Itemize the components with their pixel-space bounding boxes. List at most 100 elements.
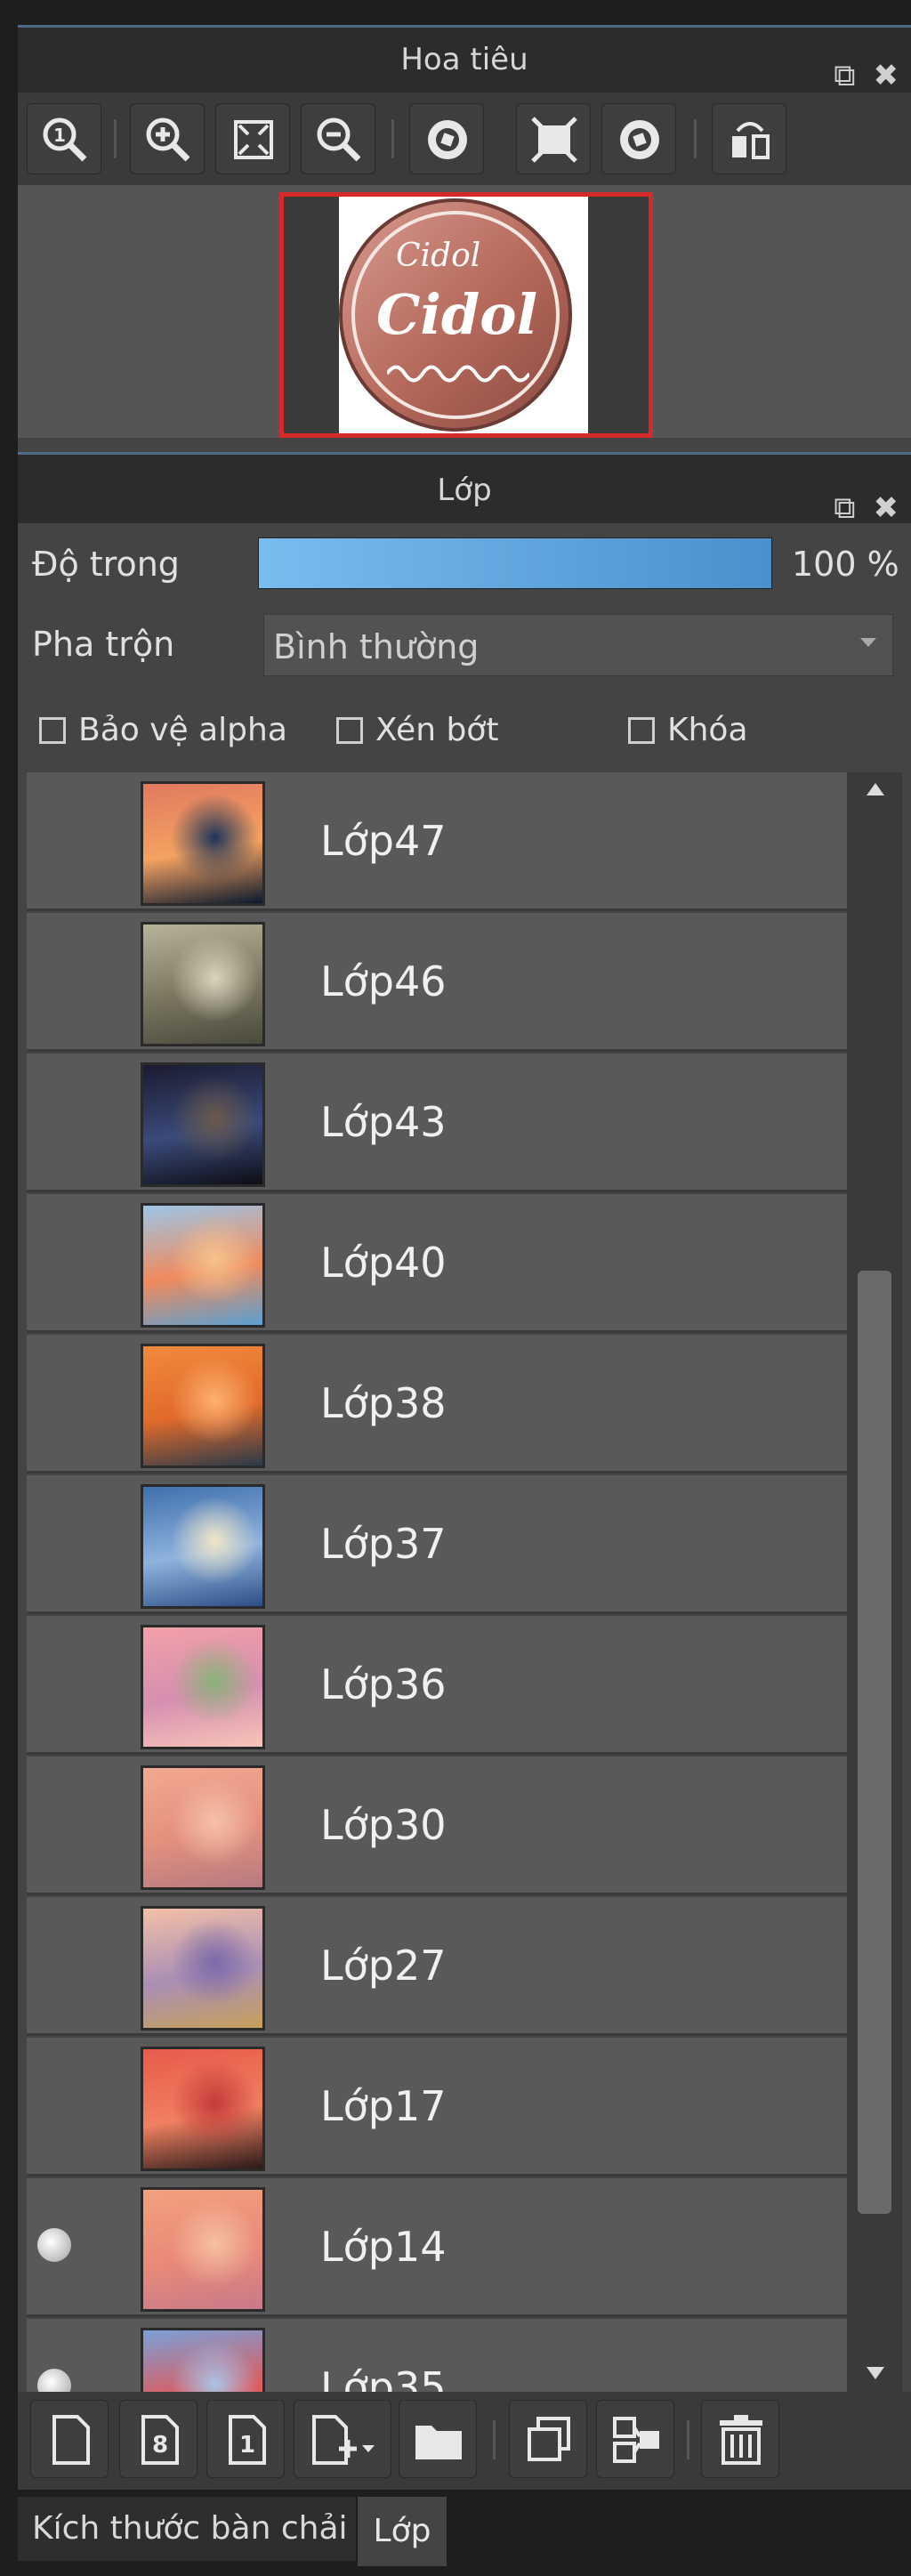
layer-name: Lớp14	[320, 2223, 447, 2271]
flip-button[interactable]	[712, 103, 786, 174]
layer-row[interactable]: Lớp17	[27, 2038, 847, 2176]
rotate-left-button[interactable]	[409, 103, 484, 174]
undock-icon[interactable]: ⧉	[834, 490, 855, 526]
scroll-down-arrow-icon[interactable]	[867, 2367, 884, 2379]
svg-text:8: 8	[152, 2432, 168, 2459]
layer-name: Lớp47	[320, 817, 447, 865]
protect-alpha-checkbox[interactable]: Bảo vệ alpha	[39, 712, 287, 748]
layer-name: Lớp38	[320, 1379, 447, 1427]
visibility-toggle-icon[interactable]	[37, 2369, 71, 2392]
opacity-slider[interactable]	[258, 537, 772, 589]
folder-icon	[415, 2426, 462, 2459]
layer-thumbnail	[141, 2187, 265, 2312]
navigator-view-frame[interactable]: Cidol Cidol	[279, 192, 653, 438]
layer-thumbnail	[141, 2328, 265, 2392]
layer-thumbnail	[141, 1906, 265, 2031]
add-layer-dropdown-icon	[312, 2415, 375, 2465]
layer-name: Lớp30	[320, 1801, 447, 1849]
merge-layer-icon	[613, 2417, 659, 2463]
layer-name: Lớp46	[320, 957, 447, 1005]
layer-row[interactable]: Lớp40	[27, 1194, 847, 1333]
trash-icon	[720, 2415, 762, 2465]
layer-thumbnail	[141, 2047, 265, 2171]
zoom-out-icon	[317, 117, 361, 162]
layer-thumbnail	[141, 1765, 265, 1890]
duplicate-layer-icon	[528, 2417, 570, 2461]
layer-thumbnail	[141, 1625, 265, 1749]
logo-text-large: Cidol	[376, 282, 538, 347]
layer-row[interactable]: Lớp46	[27, 913, 847, 1052]
fit-canvas-icon	[531, 117, 577, 163]
merge-layer-button[interactable]	[596, 2400, 674, 2478]
fit-screen-button[interactable]	[215, 103, 290, 174]
tab-layers-label: Lớp	[373, 2513, 431, 2549]
checkbox-box	[39, 717, 66, 744]
navigator-toolbar: 1	[18, 93, 911, 185]
delete-layer-button[interactable]	[701, 2400, 779, 2478]
layer-thumbnail	[141, 1203, 265, 1328]
zoom-actual-button[interactable]: 1	[27, 103, 101, 174]
tab-brush-size[interactable]: Kích thước bàn chải	[18, 2497, 356, 2561]
layer-row[interactable]: Lớp27	[27, 1897, 847, 2036]
chevron-down-icon	[860, 638, 876, 647]
layer-row[interactable]: Lớp14	[27, 2178, 847, 2317]
new-layer-button[interactable]	[30, 2400, 109, 2478]
scrollbar[interactable]	[847, 772, 902, 2392]
layer-name: Lớp36	[320, 1660, 447, 1708]
new-layer-1-icon: 1	[229, 2415, 266, 2465]
layers-header: Lớp ⧉ ✖	[18, 452, 911, 526]
layer-thumbnail	[141, 1484, 265, 1609]
zoom-in-button[interactable]	[130, 103, 205, 174]
zoom-actual-icon: 1	[43, 117, 87, 162]
layer-name: Lớp17	[320, 2082, 447, 2130]
layer-row[interactable]: Lớp37	[27, 1475, 847, 1614]
canvas-thumbnail: Cidol Cidol	[339, 197, 588, 433]
zoom-in-icon	[146, 117, 190, 162]
layer-row[interactable]: Lớp36	[27, 1616, 847, 1755]
layer-thumbnail	[141, 1344, 265, 1468]
tab-layers[interactable]: Lớp	[358, 2497, 447, 2566]
clip-label: Xén bớt	[375, 712, 499, 748]
checkbox-box	[336, 717, 363, 744]
new-layer-1-button[interactable]: 1	[206, 2400, 285, 2478]
layer-row[interactable]: Lớp30	[27, 1756, 847, 1895]
new-folder-button[interactable]	[399, 2400, 477, 2478]
layer-row[interactable]: Lớp47	[27, 772, 847, 911]
add-layer-dropdown-button[interactable]	[294, 2400, 391, 2478]
close-icon[interactable]: ✖	[874, 490, 899, 526]
fit-screen-icon	[234, 120, 273, 159]
close-icon[interactable]: ✖	[874, 58, 899, 93]
lock-checkbox[interactable]: Khóa	[628, 712, 748, 748]
layer-name: Lớp40	[320, 1239, 447, 1287]
layer-thumbnail	[141, 781, 265, 906]
duplicate-layer-button[interactable]	[509, 2400, 587, 2478]
navigator-preview[interactable]: Cidol Cidol	[18, 185, 911, 438]
new-layer-icon	[52, 2415, 90, 2465]
visibility-toggle-icon[interactable]	[37, 2228, 71, 2262]
scrollbar-thumb[interactable]	[858, 1271, 891, 2214]
layer-thumbnail	[141, 922, 265, 1046]
layer-row[interactable]: Lớp43	[27, 1054, 847, 1192]
clip-checkbox[interactable]: Xén bớt	[336, 712, 498, 748]
rotate-right-button[interactable]	[601, 103, 676, 174]
scroll-up-arrow-icon[interactable]	[867, 783, 884, 795]
navigator-title: Hoa tiêu	[400, 42, 528, 77]
opacity-slider-fill	[259, 538, 771, 588]
tab-brush-size-label: Kích thước bàn chải	[32, 2510, 348, 2547]
layer-row[interactable]: Lớp38	[27, 1335, 847, 1474]
new-layer-8-icon: 8	[141, 2415, 179, 2465]
new-layer-8-button[interactable]: 8	[119, 2400, 198, 2478]
layers-title: Lớp	[437, 472, 492, 508]
flip-icon	[732, 122, 770, 159]
layer-name: Lớp27	[320, 1942, 447, 1990]
layer-row[interactable]: Lớp35	[27, 2319, 847, 2392]
zoom-out-button[interactable]	[301, 103, 375, 174]
layer-list[interactable]: Lớp47 Lớp46 Lớp43 Lớp40 Lớp38 Lớp37 Lớp36 Lớp30…	[0, 772, 911, 2392]
logo-circle: Cidol Cidol	[339, 198, 572, 432]
fit-canvas-button[interactable]	[516, 103, 591, 174]
undock-icon[interactable]: ⧉	[834, 58, 855, 93]
logo-text-small: Cidol	[396, 238, 481, 274]
rotate-left-icon	[428, 120, 467, 159]
svg-text:1: 1	[53, 125, 66, 146]
blend-mode-select[interactable]: Bình thường	[263, 614, 893, 676]
